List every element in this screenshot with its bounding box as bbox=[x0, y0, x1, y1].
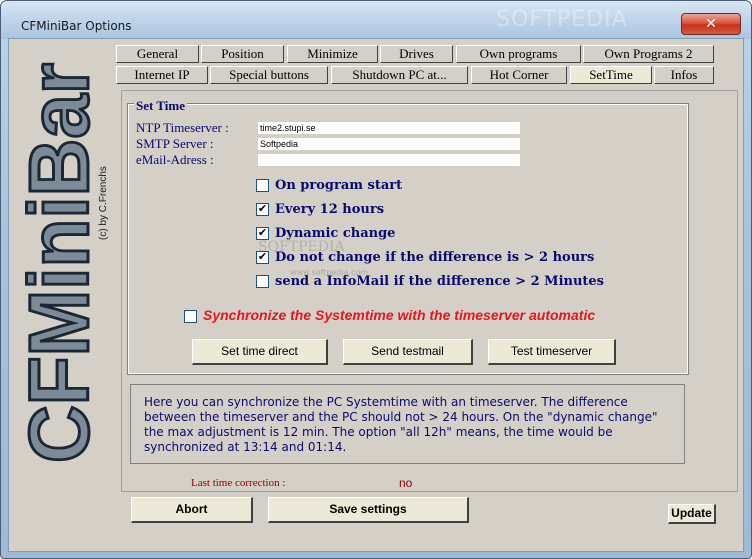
ntp-label: NTP Timeserver : bbox=[136, 120, 229, 135]
save-settings-button[interactable]: Save settings bbox=[268, 497, 469, 523]
tab-infos[interactable]: Infos bbox=[654, 66, 714, 84]
group-title: Set Time bbox=[134, 98, 187, 114]
check-icon: ✔ bbox=[257, 203, 268, 215]
tab-shutdown-pc[interactable]: Shutdown PC at... bbox=[331, 66, 468, 84]
checkbox-send-infomail[interactable] bbox=[256, 275, 269, 288]
title-bar[interactable]: CFMiniBar Options SOFTPEDIA ✕ bbox=[1, 1, 751, 39]
cfminibar-logo: CFMiniBar (c) by C.Frenchs bbox=[11, 62, 110, 465]
send-testmail-button[interactable]: Send testmail bbox=[343, 339, 473, 365]
info-text: Here you can synchronize the PC Systemti… bbox=[144, 395, 658, 454]
smtp-server-input[interactable]: Softpedia bbox=[258, 138, 520, 150]
tab-position[interactable]: Position bbox=[201, 45, 284, 63]
check-icon: ✔ bbox=[257, 227, 268, 239]
tab-special-buttons[interactable]: Special buttons bbox=[210, 66, 328, 84]
checkbox-sync-automatic[interactable] bbox=[184, 310, 197, 323]
close-button[interactable]: ✕ bbox=[681, 13, 741, 35]
last-correction-label: Last time correction : bbox=[191, 477, 286, 489]
window-title: CFMiniBar Options bbox=[21, 19, 132, 33]
tab-minimize[interactable]: Minimize bbox=[287, 45, 378, 63]
last-correction-value: no bbox=[399, 476, 413, 490]
test-timeserver-button[interactable]: Test timeserver bbox=[488, 339, 616, 365]
tab-internet-ip[interactable]: Internet IP bbox=[116, 66, 208, 84]
title-watermark: SOFTPEDIA bbox=[496, 7, 628, 32]
email-label: eMail-Adress : bbox=[136, 152, 214, 167]
tab-own-programs-2[interactable]: Own Programs 2 bbox=[583, 45, 714, 63]
set-time-direct-button[interactable]: Set time direct bbox=[192, 339, 328, 365]
center-watermark: SOFTPEDIA bbox=[258, 239, 345, 255]
checkbox-every-12-hours[interactable]: ✔ bbox=[256, 203, 269, 216]
logo-text: CFMiniBar bbox=[12, 63, 106, 463]
email-address-input[interactable] bbox=[258, 154, 520, 166]
abort-button[interactable]: Abort bbox=[131, 497, 253, 523]
close-icon: ✕ bbox=[705, 16, 717, 32]
smtp-label: SMTP Server : bbox=[136, 136, 214, 151]
logo-credit: (c) by C.Frenchs bbox=[98, 166, 109, 240]
tab-own-programs[interactable]: Own programs bbox=[456, 45, 581, 63]
checkbox-on-program-start[interactable] bbox=[256, 179, 269, 192]
update-button[interactable]: Update bbox=[668, 504, 716, 524]
tab-drives[interactable]: Drives bbox=[380, 45, 453, 63]
center-watermark-url: www.softpedia.com bbox=[290, 268, 369, 277]
tab-hot-corner[interactable]: Hot Corner bbox=[471, 66, 567, 84]
tab-general[interactable]: General bbox=[116, 45, 199, 63]
sync-automatic-label: Synchronize the Systemtime with the time… bbox=[203, 307, 596, 323]
ntp-timeserver-input[interactable]: time2.stupi.se bbox=[258, 122, 520, 134]
tab-settime[interactable]: SetTime bbox=[570, 66, 652, 84]
